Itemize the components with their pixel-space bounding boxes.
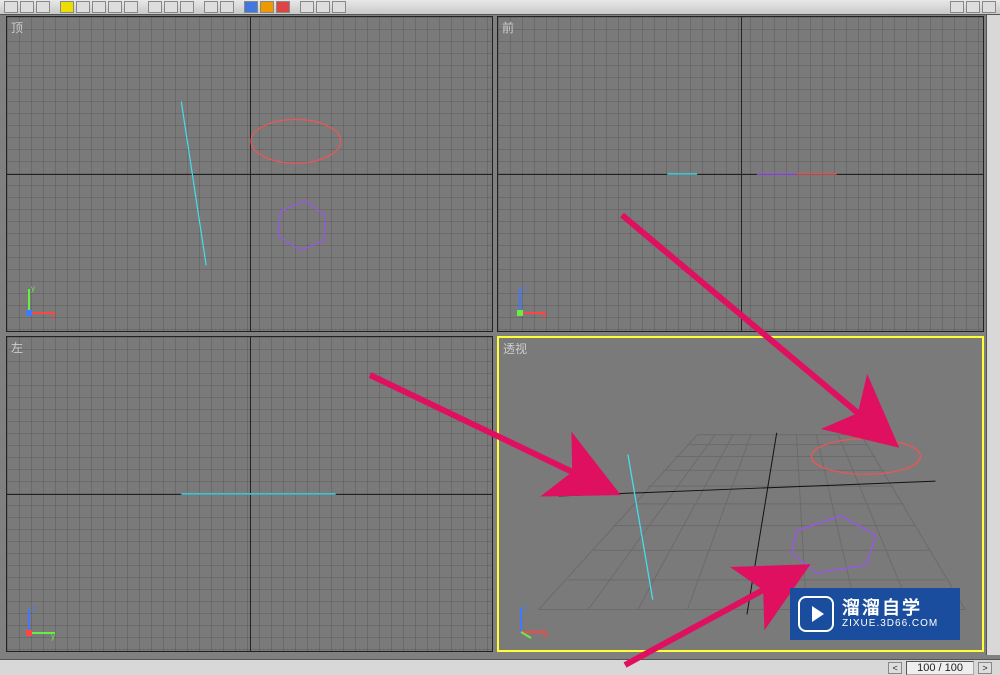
toolbar-button[interactable] (204, 1, 218, 13)
svg-text:z: z (522, 284, 526, 293)
viewport-label: 前 (502, 19, 514, 36)
toolbar-button[interactable] (244, 1, 258, 13)
scroll-left-button[interactable]: < (888, 662, 902, 674)
toolbar-button[interactable] (20, 1, 34, 13)
toolbar-button[interactable] (982, 1, 996, 13)
shape-polygon (792, 516, 876, 573)
axis-gizmo-icon: z x (513, 600, 553, 640)
toolbar-button[interactable] (36, 1, 50, 13)
toolbar-button[interactable] (180, 1, 194, 13)
toolbar-button[interactable] (260, 1, 274, 13)
svg-text:x: x (543, 631, 547, 640)
svg-text:x: x (542, 312, 546, 321)
toolbar-button[interactable] (92, 1, 106, 13)
status-bar: < 100 / 100 > (0, 659, 1000, 675)
axis-gizmo-icon: y x (21, 281, 61, 321)
watermark-title: 溜溜自学 (842, 599, 938, 619)
toolbar-button[interactable] (124, 1, 138, 13)
toolbar-button[interactable] (332, 1, 346, 13)
toolbar-button[interactable] (220, 1, 234, 13)
scroll-right-button[interactable]: > (978, 662, 992, 674)
shape-ellipse (811, 439, 920, 475)
axis-gizmo-icon: z y (21, 601, 61, 641)
command-panel[interactable] (986, 15, 1000, 655)
toolbar-button[interactable] (76, 1, 90, 13)
svg-text:x: x (51, 312, 55, 321)
toolbar-button[interactable] (276, 1, 290, 13)
toolbar-button[interactable] (316, 1, 330, 13)
viewport-front[interactable]: 前 z x (497, 16, 984, 332)
viewport-grid: 顶 y x 前 z (6, 16, 984, 652)
toolbar-button[interactable] (60, 1, 74, 13)
viewport-label: 透视 (503, 340, 527, 357)
toolbar-button[interactable] (966, 1, 980, 13)
watermark-url: ZIXUE.3D66.COM (842, 618, 938, 629)
toolbar-button[interactable] (108, 1, 122, 13)
toolbar-button[interactable] (300, 1, 314, 13)
main-toolbar (0, 0, 1000, 15)
svg-text:z: z (31, 604, 35, 613)
axis-gizmo-icon: z x (512, 281, 552, 321)
toolbar-button[interactable] (148, 1, 162, 13)
toolbar-button[interactable] (164, 1, 178, 13)
play-icon (798, 596, 834, 632)
viewport-label: 顶 (11, 19, 23, 36)
watermark-badge: 溜溜自学 ZIXUE.3D66.COM (790, 588, 960, 640)
viewport-left[interactable]: 左 z y (6, 336, 493, 652)
toolbar-button[interactable] (4, 1, 18, 13)
viewport-label: 左 (11, 339, 23, 356)
svg-text:y: y (51, 632, 55, 641)
svg-text:y: y (31, 284, 35, 293)
viewport-top[interactable]: 顶 y x (6, 16, 493, 332)
svg-text:z: z (523, 603, 527, 612)
frame-counter: 100 / 100 (906, 661, 974, 675)
toolbar-button[interactable] (950, 1, 964, 13)
shape-line (628, 455, 653, 600)
